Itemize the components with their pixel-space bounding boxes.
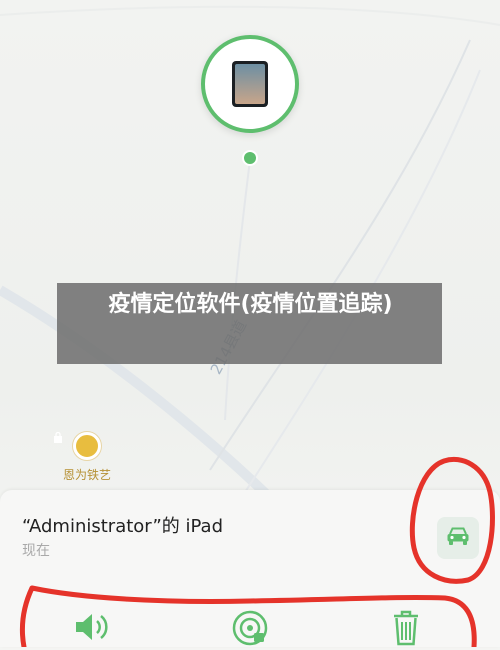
title-banner: 疫情定位软件(疫情位置追踪) xyxy=(57,283,442,364)
car-icon xyxy=(445,525,471,551)
poi-bag-icon xyxy=(54,432,101,460)
banner-title: 疫情定位软件(疫情位置追踪) xyxy=(108,292,393,317)
device-sheet: “Administrator”的 iPad 现在 xyxy=(0,490,500,647)
ipad-icon xyxy=(232,61,268,107)
poi-label: 恩为铁艺 xyxy=(62,468,111,482)
device-status: 现在 xyxy=(22,543,50,559)
location-dot xyxy=(244,152,256,164)
play-sound-button[interactable] xyxy=(70,609,114,649)
radar-lock-icon xyxy=(230,608,270,650)
lost-mode-button[interactable] xyxy=(228,609,272,649)
speaker-icon xyxy=(70,609,114,649)
directions-button[interactable] xyxy=(437,517,479,559)
device-location-pin[interactable] xyxy=(201,35,299,133)
poi-marker[interactable]: 恩为铁艺 xyxy=(52,432,122,483)
trash-icon xyxy=(389,608,423,650)
device-name: “Administrator”的 iPad xyxy=(22,516,224,537)
erase-button[interactable] xyxy=(384,609,428,649)
